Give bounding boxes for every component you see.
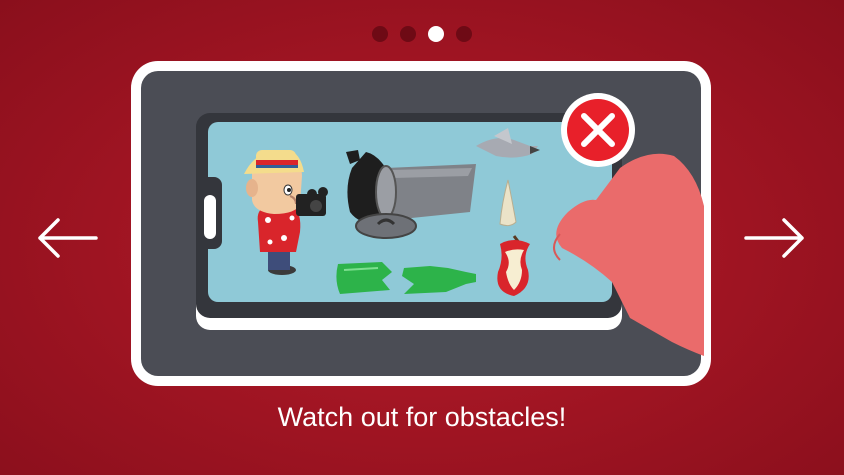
slide-caption: Watch out for obstacles! [277,402,567,432]
apple-core-icon [497,235,530,296]
close-x-icon [561,93,635,167]
